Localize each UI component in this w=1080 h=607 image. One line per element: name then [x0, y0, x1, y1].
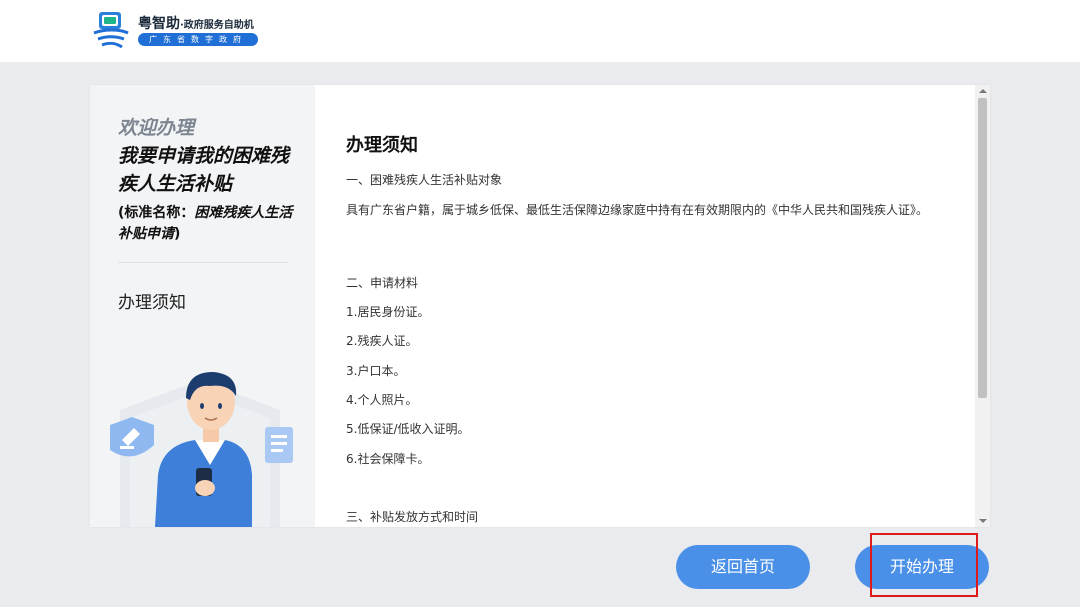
welcome-label: 欢迎办理	[118, 117, 195, 139]
section-heading-eligibility: 一、困难残疾人生活补贴对象	[346, 173, 503, 187]
brand-subtitle: ·政府服务自助机	[180, 20, 254, 31]
material-item: 1.居民身份证。	[346, 305, 430, 319]
top-bar: 粤智助·政府服务自助机 广东省数字政府	[0, 0, 1080, 62]
material-item: 6.社会保障卡。	[346, 452, 430, 466]
person-with-phone-illustration	[110, 372, 293, 527]
sidebar-item-notice[interactable]: 办理须知	[118, 288, 186, 313]
brand-name: 粤智助·政府服务自助机	[138, 13, 254, 33]
section-heading-payment: 三、补贴发放方式和时间	[346, 510, 479, 524]
material-item: 2.残疾人证。	[346, 334, 418, 348]
service-title: 我要申请我的困难残疾人生活补贴	[118, 145, 290, 195]
start-button-highlight-frame	[870, 533, 978, 597]
material-item: 3.户口本。	[346, 364, 406, 378]
service-card: 欢迎办理 我要申请我的困难残疾人生活补贴 (标准名称：困难残疾人生活补贴申请) …	[90, 85, 990, 527]
material-item: 5.低保证/低收入证明。	[346, 422, 470, 436]
standard-name: (标准名称：困难残疾人生活补贴申请)	[118, 203, 298, 245]
scroll-up-arrow-icon[interactable]	[979, 89, 987, 93]
scroll-down-arrow-icon[interactable]	[979, 519, 987, 523]
service-sidebar: 欢迎办理 我要申请我的困难残疾人生活补贴 (标准名称：困难残疾人生活补贴申请) …	[90, 85, 315, 527]
brand-tag: 广东省数字政府	[138, 33, 258, 46]
notice-title: 办理须知	[346, 135, 418, 156]
section-heading-materials: 二、申请材料	[346, 276, 419, 290]
section-body-eligibility: 具有广东省户籍，属于城乡低保、最低生活保障边缘家庭中持有在有效期限内的《中华人民…	[346, 203, 929, 217]
back-to-home-button[interactable]: 返回首页	[676, 545, 810, 589]
notice-content[interactable]: 办理须知 一、困难残疾人生活补贴对象 具有广东省户籍，属于城乡低保、最低生活保障…	[315, 85, 975, 527]
content-scrollbar[interactable]	[975, 85, 990, 527]
sidebar-divider	[118, 262, 288, 263]
material-item: 4.个人照片。	[346, 393, 418, 407]
brand-name-text: 粤智助	[138, 16, 180, 32]
scroll-thumb[interactable]	[978, 98, 987, 398]
standard-name-suffix: )	[174, 226, 181, 242]
yue-logo-icon	[93, 12, 129, 49]
standard-name-prefix: (标准名称：	[118, 205, 195, 221]
